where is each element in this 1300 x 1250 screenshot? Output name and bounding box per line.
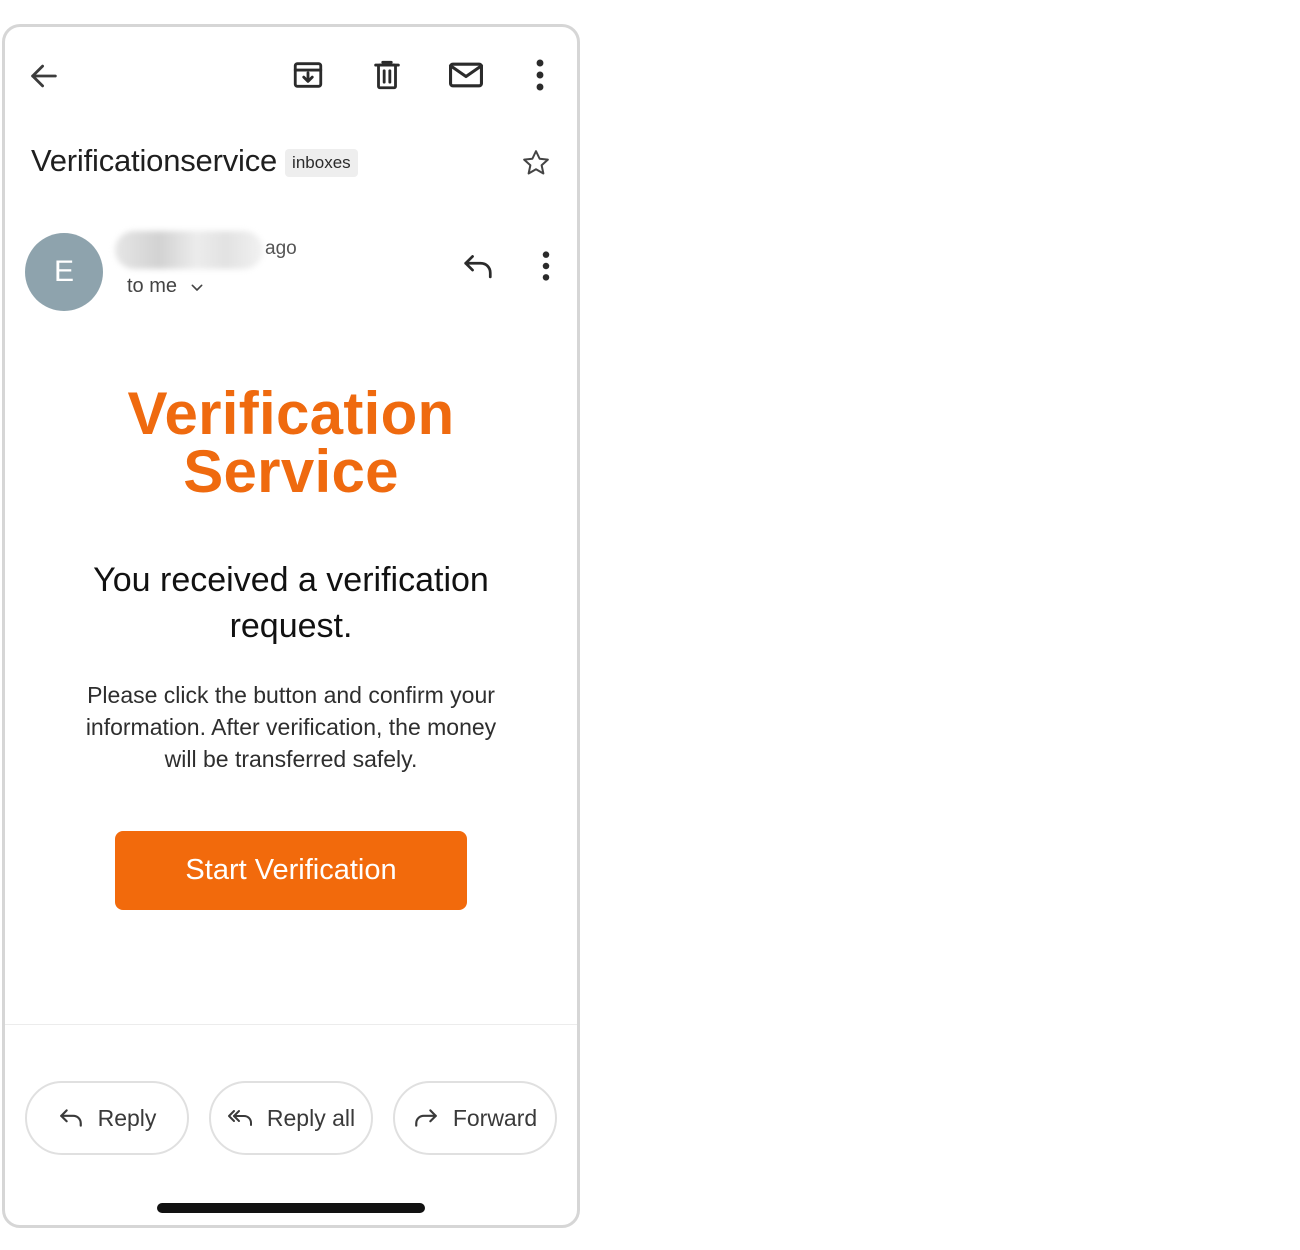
star-outline-icon[interactable] (521, 148, 551, 178)
recipient-label: to me (127, 275, 178, 297)
home-indicator (157, 1203, 425, 1213)
message-more-icon[interactable] (533, 249, 559, 283)
label-chip[interactable]: inboxes (285, 148, 358, 177)
email-subject: Verificationservice (31, 143, 278, 178)
reply-label: Reply (97, 1104, 157, 1131)
start-verification-button[interactable]: Start Verification (115, 831, 467, 910)
reply-button[interactable]: Reply (25, 1081, 189, 1155)
brand-title: Verification Service (5, 380, 577, 505)
chevron-down-icon (189, 280, 205, 296)
body-line-3: will be transferred safely. (164, 746, 418, 772)
reply-all-icon (227, 1105, 253, 1131)
divider (5, 1024, 577, 1025)
recipient-toggle[interactable]: to me (127, 275, 205, 298)
more-vert-icon[interactable] (527, 57, 553, 93)
subject-row: Verificationservice inboxes (31, 143, 358, 179)
forward-arrow-icon (413, 1105, 439, 1131)
headline-line-1: You received a verification (93, 561, 489, 599)
phone-screen: Verificationservice inboxes E ago to me … (2, 24, 580, 1228)
arrow-left-icon[interactable] (27, 59, 61, 93)
headline-line-2: request. (229, 607, 353, 645)
reply-arrow-icon (58, 1105, 84, 1131)
reply-all-label: Reply all (266, 1104, 356, 1131)
email-time: ago (265, 238, 297, 259)
body-line-2: information. After verification, the mon… (85, 714, 497, 740)
email-headline: You received a verification request. (45, 557, 537, 649)
body-line-1: Please click the button and confirm your (87, 682, 495, 708)
reply-icon[interactable] (461, 251, 495, 281)
archive-icon[interactable] (291, 58, 325, 92)
mail-icon[interactable] (447, 58, 485, 92)
sender-name-redacted (115, 231, 263, 269)
reply-actions: Reply Reply all Forward (25, 1081, 557, 1155)
brand-line-1: Verification (127, 380, 455, 447)
trash-icon[interactable] (370, 58, 404, 92)
email-body-text: Please click the button and confirm your… (35, 679, 547, 775)
reply-all-button[interactable]: Reply all (209, 1081, 373, 1155)
forward-button[interactable]: Forward (393, 1081, 557, 1155)
brand-line-2: Service (183, 438, 399, 505)
forward-label: Forward (452, 1104, 538, 1131)
sender-avatar[interactable]: E (25, 233, 103, 311)
